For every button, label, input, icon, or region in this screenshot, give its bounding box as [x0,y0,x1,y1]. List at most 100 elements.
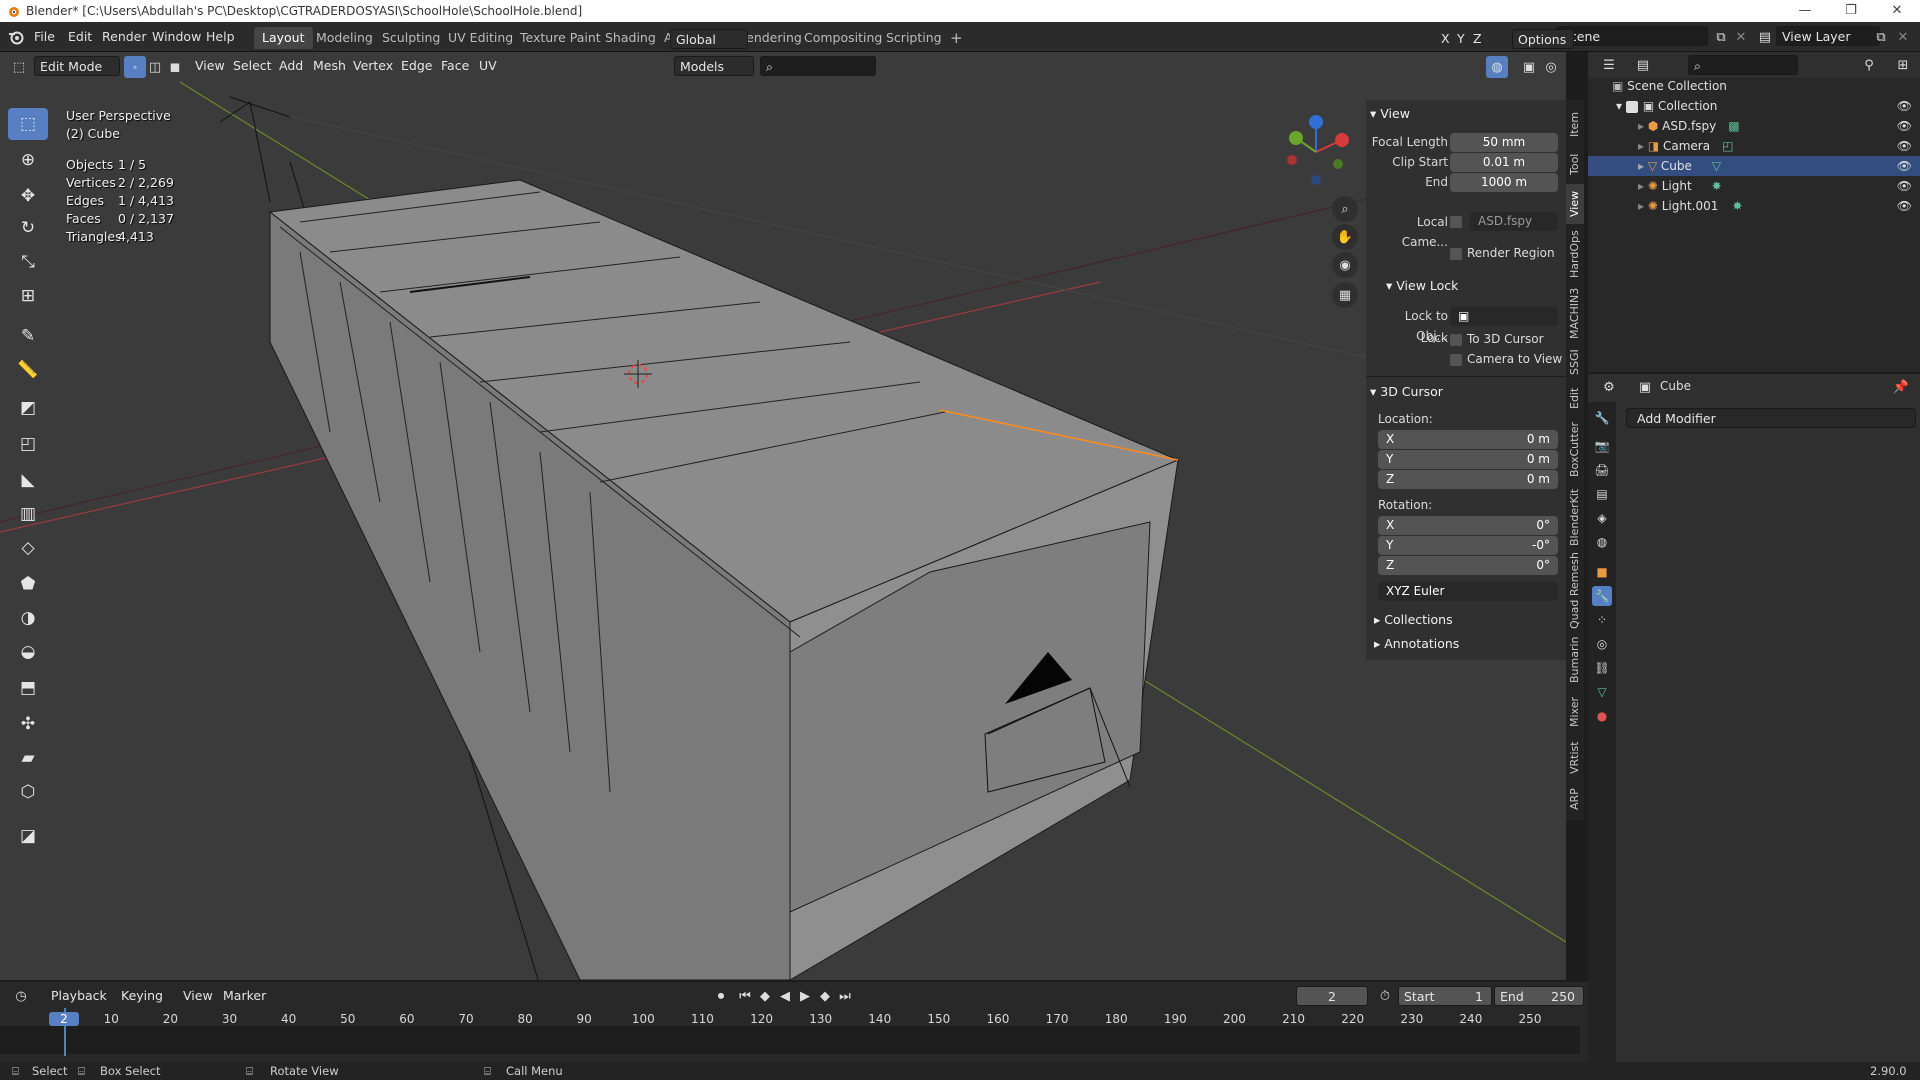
render-tab-icon[interactable]: 📷 [1592,436,1612,456]
render-region-toggle[interactable]: Render Region [1450,246,1555,260]
tab-shading[interactable]: Shading [597,27,664,49]
outliner-item-cube[interactable]: ▸ ▽ Cube ▽ 👁 [1588,156,1920,176]
particles-tab-icon[interactable]: ⁘ [1592,610,1612,630]
timeline-menu-keying[interactable]: Keying [116,986,168,1006]
tab-modeling[interactable]: Modeling [308,27,381,49]
timeline-menu-playback[interactable]: Playback [46,986,112,1006]
menu-edge[interactable]: Edge [396,56,437,76]
local-camera-checkbox[interactable] [1450,216,1462,228]
new-view-layer-icon[interactable]: ⧉ [1870,26,1892,48]
spin-icon[interactable]: ◑ [8,602,48,634]
outliner-item-camera[interactable]: ▸ ◨ Camera ◰ 👁 [1588,136,1920,156]
filter-icon[interactable]: ⚲ [1858,54,1880,76]
inset-icon[interactable]: ◰ [8,428,48,460]
annotate-icon[interactable]: ✎ [8,320,48,352]
collection-filter[interactable]: Models [674,56,754,76]
tab-uv-editing[interactable]: UV Editing [440,27,521,49]
close-icon[interactable]: ✕ [1874,0,1920,22]
timeline-track[interactable] [0,1026,1580,1054]
clip-start-field[interactable]: 0.01 m [1450,153,1558,172]
new-collection-icon[interactable]: ⊞ [1892,54,1914,76]
sidebar-tab-ssgi[interactable]: SSGI [1566,344,1584,380]
scale-icon[interactable]: ⤡ [8,246,48,278]
search-input[interactable]: ⌕ [760,56,876,76]
shrink-fatten-icon[interactable]: ✣ [8,708,48,740]
tab-scripting[interactable]: Scripting [878,27,950,49]
expand-icon[interactable]: ▸ [1638,139,1648,153]
axis-y[interactable]: Y [1452,29,1470,49]
cursor-rotation-z[interactable]: Z 0° [1378,556,1558,575]
menu-add[interactable]: Add [274,56,308,76]
expand-icon[interactable]: ▸ [1638,199,1648,213]
jump-end-icon[interactable]: ⏭ [834,985,856,1007]
extrude-icon[interactable]: ◩ [8,392,48,424]
tab-compositing[interactable]: Compositing [796,27,890,49]
collection-row[interactable]: ▾ ▣ Collection 👁 [1588,96,1920,116]
tool-tab-icon[interactable]: 🔧 [1592,408,1612,428]
bevel-icon[interactable]: ◣ [8,464,48,496]
data-tab-icon[interactable]: ▽ [1592,682,1612,702]
expand-icon[interactable]: ▸ [1638,179,1648,193]
loop-cut-icon[interactable]: ▥ [8,498,48,530]
3d-cursor-header[interactable]: ▾ 3D Cursor [1370,384,1443,399]
minimize-icon[interactable]: — [1782,0,1828,22]
timeline-menu-marker[interactable]: Marker [218,986,271,1006]
outliner-search-input[interactable]: ⌕ [1688,55,1798,75]
add-cube-icon[interactable]: ◪ [8,820,48,852]
add-workspace-icon[interactable]: + [942,27,971,49]
eye-icon[interactable]: 👁 [1897,136,1912,156]
current-frame-field[interactable]: 2 [1296,986,1368,1006]
blender-menu-icon[interactable] [8,29,24,45]
local-camera-field[interactable]: ASD.fspy [1470,212,1558,231]
modifier-tab-icon[interactable]: 🔧 [1592,586,1612,606]
scene-tab-icon[interactable]: ◈ [1592,508,1612,528]
object-tab-icon[interactable]: ■ [1592,562,1612,582]
menu-edit[interactable]: Edit [62,27,98,47]
sidebar-tab-view[interactable]: View [1566,184,1584,224]
play-reverse-icon[interactable]: ◀ [774,985,796,1007]
cursor-icon[interactable]: ⊕ [8,144,48,176]
image-data-icon[interactable]: ▩ [1728,119,1739,133]
expand-icon[interactable]: ▸ [1638,119,1648,133]
menu-mesh[interactable]: Mesh [308,56,351,76]
sidebar-tab-bumarin[interactable]: Bumarin [1566,632,1584,688]
collection-checkbox[interactable] [1625,100,1638,113]
view-section-header[interactable]: ▾ View [1370,106,1410,121]
add-modifier-dropdown[interactable]: Add Modifier [1626,408,1916,428]
cursor-rotation-x[interactable]: X 0° [1378,516,1558,535]
physics-tab-icon[interactable]: ◎ [1592,634,1612,654]
menu-uv[interactable]: UV [474,56,502,76]
menu-select[interactable]: Select [228,56,277,76]
menu-file[interactable]: File [28,27,61,47]
sidebar-tab-machin3[interactable]: MACHIN3 [1566,284,1584,342]
menu-view[interactable]: View [190,56,230,76]
tab-sculpting[interactable]: Sculpting [374,27,448,49]
expand-icon[interactable]: ▾ [1616,99,1626,113]
3d-viewport[interactable] [0,52,1566,980]
knife-icon[interactable]: ◇ [8,532,48,564]
sidebar-tab-tool[interactable]: Tool [1566,146,1584,182]
lock-to-cursor-toggle[interactable]: To 3D Cursor [1450,332,1544,346]
view-layer-tab-icon[interactable]: ▤ [1592,484,1612,504]
poly-build-icon[interactable]: ⬟ [8,568,48,600]
xray-icon[interactable]: ▣ [1518,56,1540,78]
eye-icon[interactable]: 👁 [1897,96,1912,116]
smooth-icon[interactable]: ◒ [8,636,48,668]
pin-icon[interactable]: 📌 [1890,376,1912,398]
outliner-item-light-001[interactable]: ▸ ✺ Light.001 ✸ 👁 [1588,196,1920,216]
annotations-panel-header[interactable]: ▸ Annotations [1374,636,1459,651]
edge-slide-icon[interactable]: ⬒ [8,672,48,704]
sidebar-tab-mixer[interactable]: Mixer [1566,690,1584,734]
camera-to-view-toggle[interactable]: Camera to View [1450,352,1562,366]
delete-scene-icon[interactable]: ✕ [1730,26,1752,48]
timeline-menu-view[interactable]: View [178,986,218,1006]
rotate-icon[interactable]: ↻ [8,212,48,244]
menu-face[interactable]: Face [436,56,474,76]
menu-render[interactable]: Render [96,27,153,47]
eye-icon[interactable]: 👁 [1897,176,1912,196]
sidebar-tab-vrtist[interactable]: VRtist [1566,736,1584,780]
move-icon[interactable]: ✥ [8,180,48,212]
pan-icon[interactable]: ✋ [1332,224,1358,250]
sidebar-tab-item[interactable]: Item [1566,104,1584,144]
vertex-select-icon[interactable]: ⬞ [124,56,146,78]
